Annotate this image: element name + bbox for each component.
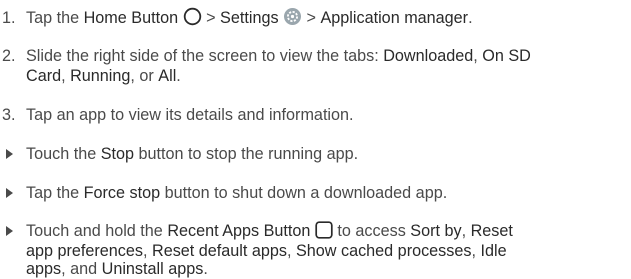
tab-all-label: All [158,67,177,85]
force-stop-button-label: Force stop [83,184,161,202]
bullet-stop: Touch the Stop button to stop the runnin… [0,144,358,164]
application-manager-label: Application manager [320,9,469,27]
step-number: 2. [2,47,16,65]
recent-apps-button-label: Recent Apps Button [167,222,311,240]
tab-downloaded-label: Downloaded [383,47,474,65]
stop-button-label: Stop [100,145,135,163]
tab-running-label: Running [70,67,131,85]
step-3: 3. Tap an app to view its details and inf… [2,106,354,124]
bullet-arrow-icon [6,149,13,159]
reset-default-apps-label: Reset default apps [152,242,287,260]
step-1: 1. Tap the Home Button > Settings > Appli… [0,7,473,31]
step-2-continued: Card, Running, or All. [26,67,181,85]
tab-on-sd-card-label: On SD [482,47,531,65]
home-button-icon [183,7,202,31]
show-cached-processes-label: Show cached processes [296,242,472,260]
bullet-recent-apps-continued: app preferences, Reset default apps, Sho… [26,242,507,260]
reset-app-preferences-label: Reset [470,222,513,240]
settings-label: Settings [220,9,279,27]
instructions-document: 1. Tap the Home Button > Settings > Appli… [0,0,631,278]
bullet-recent-apps-continued-2: apps, and Uninstall apps. [26,260,208,278]
step-number: 1. [2,9,16,27]
bullet-arrow-icon [6,226,13,236]
home-button-label: Home Button [83,9,179,27]
sort-by-label: Sort by [410,222,462,240]
uninstall-apps-label: Uninstall apps [101,260,204,278]
step-2: 2. Slide the right side of the screen to … [2,47,531,65]
bullet-force-stop: Tap the Force stop button to shut down a… [0,183,447,203]
settings-gear-icon [283,7,302,31]
idle-apps-label: Idle [480,242,507,260]
step-number: 3. [2,106,16,124]
bullet-arrow-icon [6,188,13,198]
